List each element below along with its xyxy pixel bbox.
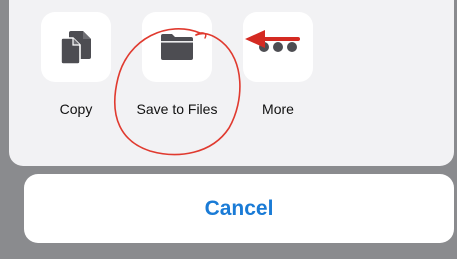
more-label: More xyxy=(262,101,294,117)
copy-tile[interactable] xyxy=(41,12,111,82)
ellipsis-icon xyxy=(259,42,297,52)
save-to-files-action[interactable]: Save to Files xyxy=(137,12,232,122)
more-tile[interactable] xyxy=(243,12,313,82)
copy-action[interactable]: Copy xyxy=(41,12,131,122)
copy-label: Copy xyxy=(59,101,93,117)
more-action[interactable]: More xyxy=(243,12,333,122)
copy-icon xyxy=(60,31,91,65)
cancel-label: Cancel xyxy=(204,196,274,220)
cancel-button[interactable]: Cancel xyxy=(24,174,454,243)
save-to-files-label: Save to Files xyxy=(136,101,218,117)
folder-icon xyxy=(161,34,193,60)
save-to-files-tile[interactable] xyxy=(142,12,212,82)
share-sheet: Copy Save to Files More xyxy=(9,0,454,166)
